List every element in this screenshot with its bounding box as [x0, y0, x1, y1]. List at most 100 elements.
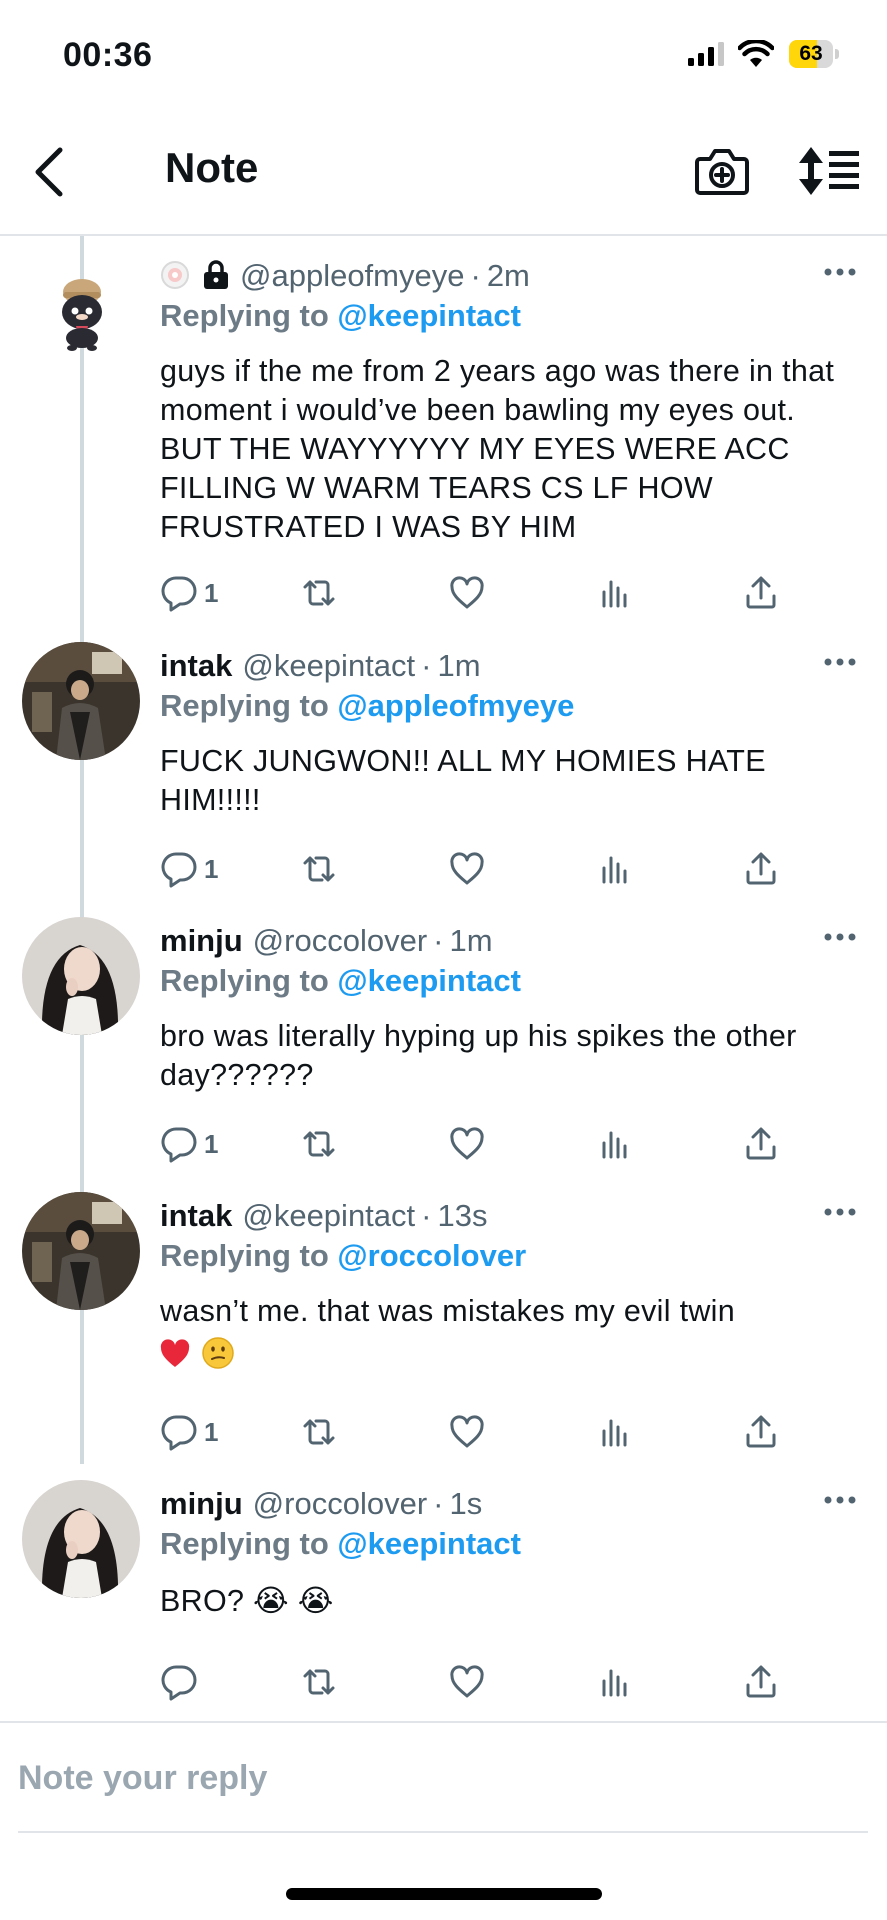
reply-count: 1	[204, 853, 219, 884]
separator-dot: ·	[421, 1198, 432, 1233]
tweet-time[interactable]: 1m	[437, 648, 480, 683]
tweet[interactable]: minju @roccolover · 1s Replying to @keepint…	[0, 1464, 887, 1720]
tweet-header: minju @roccolover · 1m	[160, 923, 493, 959]
retweet-button[interactable]	[300, 1660, 338, 1704]
heart-icon	[450, 852, 484, 885]
more-options-button[interactable]	[820, 927, 860, 947]
mention-link[interactable]: @keepintact	[337, 963, 521, 998]
replying-to-line: Replying to @keepintact	[160, 298, 521, 334]
share-button[interactable]	[742, 571, 780, 615]
share-button[interactable]	[742, 1410, 780, 1454]
like-button[interactable]	[448, 1122, 486, 1166]
reply-icon	[161, 1665, 197, 1701]
tweet[interactable]: minju @roccolover · 1m Replying to @keepint…	[0, 901, 887, 1176]
tweet-author-name[interactable]: intak	[160, 648, 232, 683]
tweet-actions: 1	[160, 1122, 800, 1166]
views-icon	[602, 580, 627, 608]
tweet-time[interactable]: 1s	[449, 1486, 482, 1521]
battery-level: 63	[799, 42, 823, 65]
mention-link[interactable]: @keepintact	[337, 298, 521, 333]
more-options-button[interactable]	[820, 652, 860, 672]
views-button[interactable]	[596, 571, 634, 615]
reply-count: 1	[204, 1416, 219, 1447]
tweet[interactable]: intak @keepintact · 13s Replying to @roccol…	[0, 1176, 887, 1464]
reply-input[interactable]	[18, 1753, 868, 1803]
tweet-author-name[interactable]: intak	[160, 1198, 232, 1233]
retweet-icon	[303, 580, 335, 606]
retweet-button[interactable]	[300, 847, 338, 891]
tweet-actions: 1	[160, 1410, 800, 1454]
lock-icon	[204, 260, 228, 289]
replying-to-line: Replying to @keepintact	[160, 1526, 521, 1562]
home-indicator[interactable]	[286, 1888, 602, 1900]
replying-to-label: Replying to	[160, 963, 329, 998]
avatar[interactable]	[22, 1192, 140, 1310]
avatar[interactable]	[22, 1480, 140, 1598]
header: Note	[0, 110, 887, 236]
like-button[interactable]	[448, 571, 486, 615]
retweet-button[interactable]	[300, 1410, 338, 1454]
replying-to-label: Replying to	[160, 1238, 329, 1273]
avatar[interactable]	[50, 272, 114, 352]
more-options-button[interactable]	[820, 1490, 860, 1510]
tweet-header: @appleofmyeye · 2m	[160, 258, 530, 294]
retweet-button[interactable]	[300, 571, 338, 615]
more-options-button[interactable]	[820, 1202, 860, 1222]
like-button[interactable]	[448, 1410, 486, 1454]
reply-button[interactable]: 1	[160, 571, 218, 615]
avatar[interactable]	[22, 917, 140, 1035]
share-button[interactable]	[742, 1660, 780, 1704]
more-options-button[interactable]	[820, 262, 860, 282]
tweet-actions: 1	[160, 571, 800, 615]
reply-count: 1	[204, 1128, 219, 1159]
reply-button[interactable]: 1	[160, 847, 218, 891]
reply-icon	[161, 576, 197, 612]
tweet-time[interactable]: 13s	[437, 1198, 487, 1233]
sort-button[interactable]	[797, 145, 861, 197]
tweet-handle[interactable]: @roccolover	[253, 1486, 427, 1521]
tweet-handle[interactable]: @appleofmyeye	[240, 258, 464, 293]
share-button[interactable]	[742, 847, 780, 891]
tweet-handle[interactable]: @keepintact	[242, 1198, 415, 1233]
share-button[interactable]	[742, 1122, 780, 1166]
status-bar: 00:36 63	[0, 0, 887, 110]
reply-icon	[161, 1127, 197, 1163]
mention-link[interactable]: @roccolover	[337, 1238, 526, 1273]
retweet-button[interactable]	[300, 1122, 338, 1166]
emoji-row: ❤️ 😕	[160, 1336, 252, 1372]
tweet-header: intak @keepintact · 13s	[160, 1198, 487, 1234]
tweet-author-name[interactable]: minju	[160, 923, 243, 958]
camera-plus-button[interactable]	[694, 145, 750, 197]
reply-button[interactable]	[160, 1660, 198, 1704]
more-horizontal-icon	[824, 268, 856, 276]
reply-button[interactable]: 1	[160, 1410, 218, 1454]
mention-link[interactable]: @appleofmyeye	[337, 688, 574, 723]
tweet-handle[interactable]: @roccolover	[253, 923, 427, 958]
share-icon	[746, 1665, 776, 1698]
reply-composer	[0, 1721, 887, 1835]
share-icon	[746, 852, 776, 885]
like-button[interactable]	[448, 847, 486, 891]
retweet-icon	[303, 1131, 335, 1157]
back-button[interactable]	[24, 142, 76, 202]
like-button[interactable]	[448, 1660, 486, 1704]
sort-icon	[799, 147, 859, 195]
tweet[interactable]: @appleofmyeye · 2m Replying to @keepintact…	[0, 236, 887, 626]
separator-dot: ·	[421, 648, 432, 683]
reply-button[interactable]: 1	[160, 1122, 218, 1166]
tweet-time[interactable]: 1m	[449, 923, 492, 958]
tweet-time[interactable]: 2m	[487, 258, 530, 293]
views-button[interactable]	[596, 1410, 634, 1454]
views-button[interactable]	[596, 1660, 634, 1704]
replying-to-label: Replying to	[160, 1526, 329, 1561]
tweet-handle[interactable]: @keepintact	[242, 648, 415, 683]
views-button[interactable]	[596, 1122, 634, 1166]
avatar[interactable]	[22, 642, 140, 760]
mention-link[interactable]: @keepintact	[337, 1526, 521, 1561]
reply-icon	[161, 1415, 197, 1451]
tweet[interactable]: intak @keepintact · 1m Replying to @appleof…	[0, 626, 887, 901]
replying-to-line: Replying to @keepintact	[160, 963, 521, 999]
tweet-author-name[interactable]: minju	[160, 1486, 243, 1521]
views-button[interactable]	[596, 847, 634, 891]
share-icon	[746, 576, 776, 609]
